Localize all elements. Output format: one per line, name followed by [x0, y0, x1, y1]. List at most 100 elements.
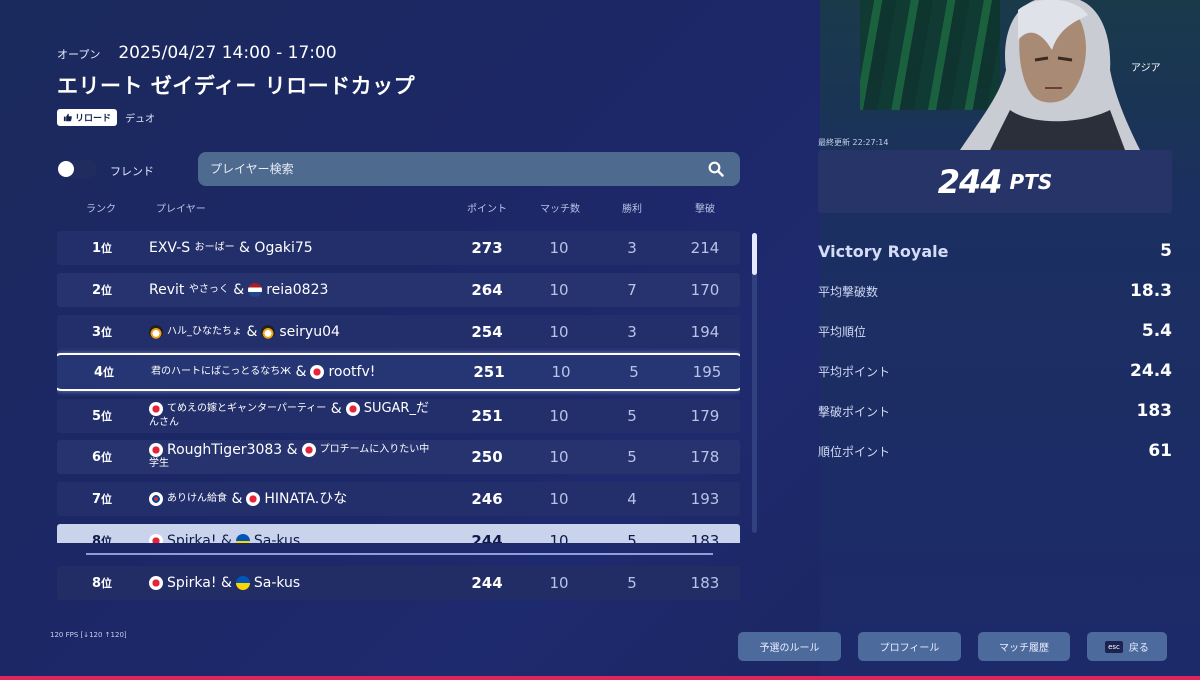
rank-value: 5 — [91, 408, 102, 424]
header-kills: 撃破 — [695, 204, 715, 215]
rank-suffix: 位 — [101, 493, 113, 506]
rules-button-label: 予選のルール — [759, 643, 820, 654]
player-2-name: Sa-kus — [253, 575, 301, 591]
rank-cell: 1位 — [57, 231, 147, 265]
rank-suffix: 位 — [101, 577, 113, 590]
japan-flag-icon — [149, 402, 163, 416]
rank-cell: 6位 — [57, 440, 147, 474]
leaderboard-row-selected[interactable]: 4位 君のハートにばこっとるなちЖ & rootfv! 251 10 5 195 — [57, 353, 740, 391]
fps-counter: 120 FPS [↓120 ↑120] — [50, 631, 127, 639]
leaderboard-row[interactable]: 1位 EXV-S おーばー & Ogaki75 273 10 3 214 — [57, 231, 740, 265]
rules-button[interactable]: 予選のルール — [738, 632, 841, 661]
last-updated-time: 22:27:14 — [852, 138, 889, 147]
player-search[interactable] — [198, 152, 740, 186]
japan-flag-icon — [246, 492, 261, 506]
wins-cell: 5 — [627, 407, 637, 425]
player-separator: & — [330, 401, 342, 417]
matches-cell: 10 — [549, 574, 569, 592]
own-team-row[interactable]: 8位 Spirka! & Sa-kus 244 10 5 183 — [57, 566, 740, 600]
leaderboard-row[interactable]: 7位 ありけん給食 & HINATA.ひな 246 10 4 193 — [57, 482, 740, 516]
event-status: オープン — [57, 48, 101, 61]
scrollbar-thumb[interactable] — [752, 233, 757, 275]
toggle-knob — [58, 161, 74, 177]
event-datetime: 2025/04/27 14:00 - 17:00 — [118, 43, 337, 63]
player-1-name: RoughTiger3083 — [167, 442, 283, 458]
stat-placement-points: 順位ポイント 61 — [818, 439, 1172, 463]
points-cell: 244 — [471, 532, 503, 543]
leaderboard-row[interactable]: 5位 てめえの嫁とギャンターパーティー & SUGAR_だ んさん 251 10… — [57, 399, 740, 433]
total-points-unit: PTS — [1009, 169, 1053, 194]
kills-cell: 178 — [690, 448, 720, 466]
header-rank: ランク — [86, 204, 116, 215]
wins-cell: 4 — [627, 490, 637, 508]
rank-value: 8 — [91, 575, 102, 591]
profile-button[interactable]: プロフィール — [858, 632, 961, 661]
points-cell: 246 — [471, 490, 503, 508]
wins-cell: 7 — [627, 281, 637, 299]
rank-cell: 3位 — [57, 315, 147, 349]
stat-label: 平均ポイント — [818, 364, 891, 379]
last-updated: 最終更新 22:27:14 — [818, 137, 888, 148]
match-history-button[interactable]: マッチ履歴 — [978, 632, 1070, 661]
ukraine-flag-icon — [235, 534, 250, 543]
matches-cell: 10 — [549, 448, 569, 466]
stat-kill-points: 撃破ポイント 183 — [818, 399, 1172, 423]
back-button[interactable]: esc 戻る — [1087, 632, 1167, 661]
player-separator: & — [286, 442, 298, 458]
player-separator: & — [231, 491, 243, 507]
event-meta: オープン 2025/04/27 14:00 - 17:00 — [57, 43, 337, 63]
player-cell: 君のハートにばこっとるなちЖ & rootfv! — [151, 355, 451, 389]
header-wins: 勝利 — [622, 204, 642, 215]
rank-cell: 5位 — [57, 399, 147, 433]
player-cell: ハル_ひなたちょ & seiryu04 — [149, 315, 449, 349]
leaderboard-row[interactable]: 6位 RoughTiger3083 & プロチームに入りたい中 学生 250 1… — [57, 440, 740, 474]
rank-value: 2 — [91, 282, 102, 298]
kills-cell: 214 — [690, 239, 720, 257]
stat-avg-placement: 平均順位 5.4 — [818, 319, 1172, 343]
thumbs-up-icon — [63, 113, 72, 122]
player-cell: Spirka! & Sa-kus — [149, 524, 449, 543]
mode-label: デュオ — [125, 114, 156, 125]
rank-suffix: 位 — [101, 284, 113, 297]
stat-value: 183 — [1136, 401, 1173, 421]
avatar-icon — [261, 325, 276, 339]
search-input[interactable] — [210, 160, 690, 178]
points-cell: 244 — [471, 574, 503, 592]
esc-key-icon: esc — [1105, 640, 1123, 653]
own-row-divider — [86, 553, 713, 555]
player-1-name: 君のハートにばこっとるなちЖ — [151, 366, 292, 377]
total-points-card: 244 PTS — [818, 150, 1172, 213]
player-separator: & — [220, 533, 232, 543]
avatar-icon — [149, 325, 163, 339]
wins-cell: 5 — [627, 574, 637, 592]
stat-label: 平均撃破数 — [818, 284, 879, 299]
rank-cell: 7位 — [57, 482, 147, 516]
player-cell: てめえの嫁とギャンターパーティー & SUGAR_だ んさん — [149, 399, 449, 433]
rank-cell: 8位 — [57, 566, 147, 600]
kills-cell: 194 — [690, 323, 720, 341]
back-button-label: 戻る — [1128, 643, 1149, 654]
rank-cell: 4位 — [59, 355, 149, 389]
points-cell: 264 — [471, 281, 503, 299]
rank-suffix: 位 — [101, 451, 113, 464]
friends-toggle[interactable] — [57, 160, 97, 178]
wins-cell: 5 — [629, 363, 639, 381]
leaderboard-row[interactable]: 3位 ハル_ひなたちょ & seiryu04 254 10 3 194 — [57, 315, 740, 349]
leaderboard-row[interactable]: 2位 Revit やさっく & reia0823 264 10 7 170 — [57, 273, 740, 307]
player-1-subname: おーばー — [194, 242, 235, 253]
search-icon[interactable] — [708, 161, 724, 177]
stat-value: 61 — [1148, 441, 1172, 461]
player-separator: & — [246, 324, 258, 340]
header-player: プレイヤー — [156, 204, 206, 215]
player-1-name: ハル_ひなたちょ — [167, 326, 242, 337]
reload-badge-label: リロード — [75, 114, 112, 124]
points-cell: 254 — [471, 323, 503, 341]
points-cell: 251 — [473, 363, 505, 381]
leaderboard-row-highlighted[interactable]: 8位 Spirka! & Sa-kus 244 10 5 183 — [57, 524, 740, 543]
region-label: アジア — [1131, 63, 1161, 74]
player-2-name: rootfv! — [328, 364, 376, 380]
leaderboard-scrollbar[interactable] — [752, 233, 757, 533]
player-1-name: てめえの嫁とギャンターパーティー — [167, 403, 327, 414]
rank-value: 4 — [93, 364, 104, 380]
rank-cell: 8位 — [57, 524, 147, 544]
